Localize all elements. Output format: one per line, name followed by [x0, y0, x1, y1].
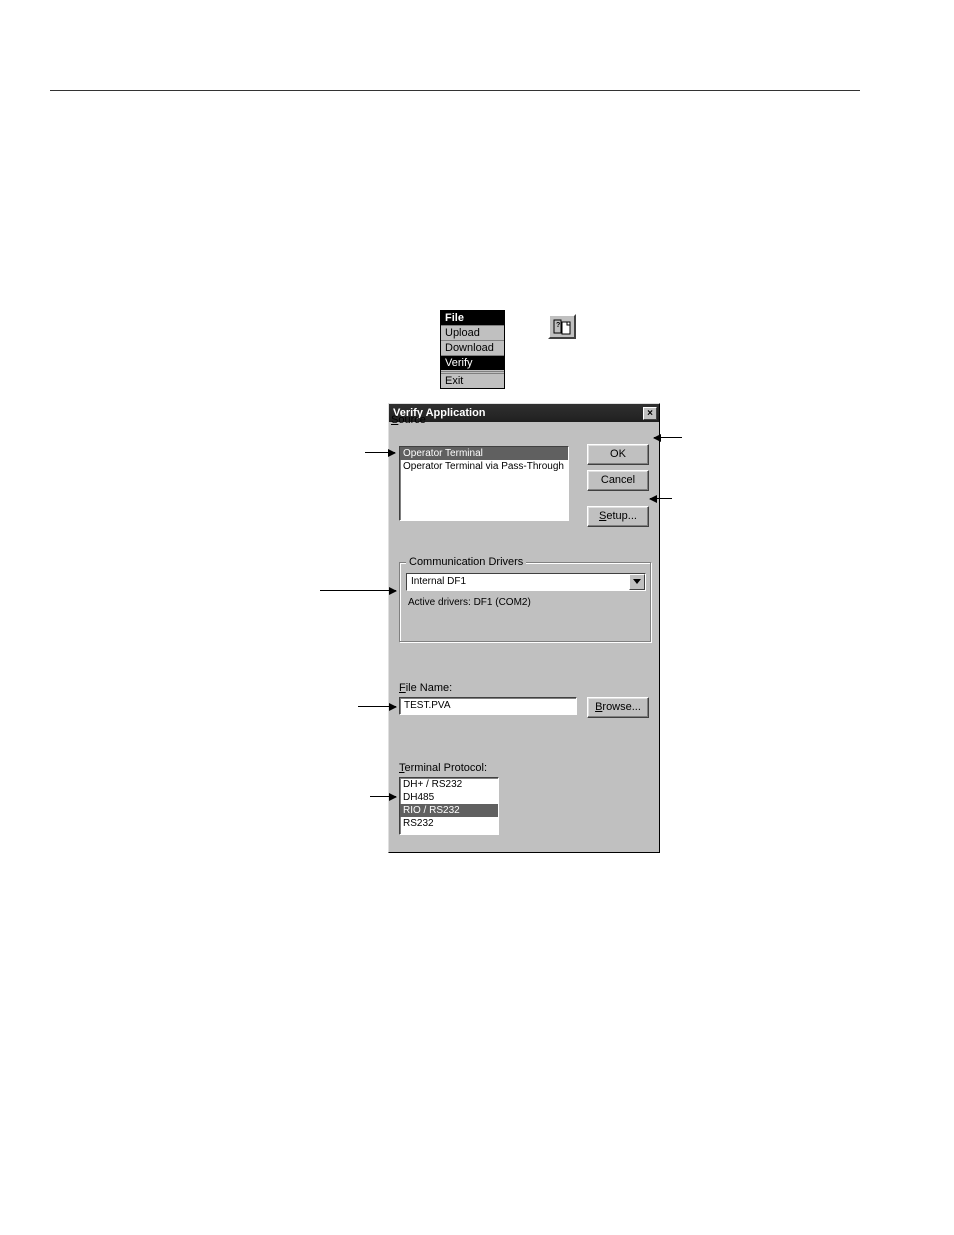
filename-label: File Name: [399, 682, 452, 694]
file-menu[interactable]: File Upload Download Verify Exit [440, 310, 505, 389]
protocol-option-rio[interactable]: RIO / RS232 [400, 804, 498, 817]
source-option-operator-terminal[interactable]: Operator Terminal [400, 447, 568, 460]
comm-legend: Communication Drivers [406, 556, 526, 568]
comm-driver-combo[interactable]: Internal DF1 [406, 573, 646, 591]
menu-separator [441, 371, 504, 372]
source-option-pass-through[interactable]: Operator Terminal via Pass-Through [400, 460, 568, 473]
protocol-option-rs232[interactable]: RS232 [400, 817, 498, 830]
cancel-button[interactable]: Cancel [587, 470, 649, 491]
callout-arrow-ok [654, 437, 682, 438]
combo-dropdown-button[interactable] [629, 574, 645, 590]
menu-item-exit[interactable]: Exit [441, 373, 504, 388]
file-menu-title[interactable]: File [441, 311, 504, 325]
setup-button[interactable]: Setup... [587, 506, 649, 527]
callout-arrow-setup [650, 498, 672, 499]
svg-text:?: ? [556, 322, 560, 329]
comm-driver-value: Internal DF1 [407, 574, 629, 590]
callout-arrow-source [365, 452, 395, 453]
verify-application-dialog: Verify Application × Source Operator Ter… [388, 403, 660, 853]
source-listbox[interactable]: Operator Terminal Operator Terminal via … [399, 446, 569, 521]
chevron-down-icon [633, 579, 641, 585]
protocol-option-dhplus[interactable]: DH+ / RS232 [400, 778, 498, 791]
callout-arrow-filename [358, 706, 396, 707]
verify-toolbar-button[interactable]: ? [548, 314, 576, 339]
terminal-protocol-listbox[interactable]: DH+ / RS232 DH485 RIO / RS232 RS232 [399, 777, 499, 835]
verify-icon: ? [553, 319, 571, 335]
dialog-body: Source Operator Terminal Operator Termin… [389, 422, 659, 852]
source-label: Source [391, 414, 426, 426]
dialog-titlebar[interactable]: Verify Application × [389, 404, 659, 422]
protocol-option-dh485[interactable]: DH485 [400, 791, 498, 804]
callout-arrow-protocol [370, 796, 396, 797]
page: { "file_menu": { "title": "File", "items… [0, 0, 954, 1235]
close-button[interactable]: × [643, 407, 657, 420]
filename-input[interactable]: TEST.PVA [399, 697, 577, 715]
ok-button[interactable]: OK [587, 444, 649, 465]
menu-item-upload[interactable]: Upload [441, 325, 504, 340]
active-drivers-label: Active drivers: DF1 (COM2) [408, 597, 531, 608]
terminal-protocol-label: Terminal Protocol: [399, 762, 487, 774]
menu-item-verify[interactable]: Verify [441, 355, 504, 370]
browse-button[interactable]: Browse... [587, 697, 649, 718]
communication-drivers-group: Communication Drivers Internal DF1 Activ… [399, 562, 651, 642]
horizontal-rule [50, 90, 860, 91]
callout-arrow-comm [320, 590, 396, 591]
menu-item-download[interactable]: Download [441, 340, 504, 355]
